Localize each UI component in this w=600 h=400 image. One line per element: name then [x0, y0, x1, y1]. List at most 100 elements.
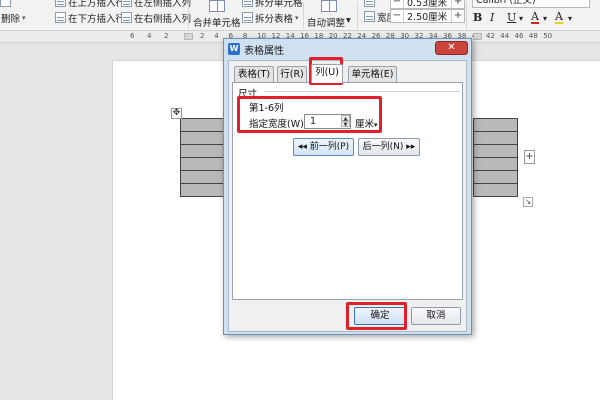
split-cells-icon — [242, 0, 253, 7]
delete-button[interactable]: 删除 ▾ — [1, 11, 26, 25]
insert-row-above-button[interactable]: 在上方插入行 — [55, 0, 125, 9]
insert-row-below-button[interactable]: 在下方插入行 — [55, 11, 126, 25]
insert-col-right-button[interactable]: 在右侧插入列 — [121, 11, 191, 25]
table-properties-dialog: W 表格属性 ✕ 表格(T) 行(R) 列(U) 单元格(E) 尺寸 第1-6列… — [223, 38, 472, 335]
split-table-label: 拆分表格 — [255, 13, 294, 25]
underline-button[interactable]: U — [507, 11, 516, 24]
table-row[interactable] — [181, 132, 223, 145]
insert-row-below-icon — [55, 12, 66, 23]
table-row[interactable] — [474, 132, 517, 145]
table-row[interactable] — [474, 171, 517, 184]
dialog-title: 表格属性 — [244, 45, 284, 57]
row-height-value: 0.53厘米 — [407, 0, 448, 9]
ruler-tick-label: 2 — [200, 32, 205, 40]
wps-app-icon: W — [228, 43, 240, 55]
ribbon-separator — [303, 2, 304, 29]
delete-icon — [0, 0, 11, 7]
specify-width-label: 指定宽度(W): — [249, 119, 308, 130]
add-column-icon[interactable]: + — [524, 150, 535, 164]
auto-fit-button[interactable]: 自动调整 ▾ — [307, 0, 351, 29]
delete-label: 删除 — [1, 13, 21, 25]
merge-cells-button[interactable]: 合并单元格 — [193, 0, 241, 29]
row-height-icon — [364, 0, 375, 7]
ruler-tick-label: 42 — [486, 32, 495, 40]
table-right-columns[interactable] — [473, 118, 518, 197]
font-color-button[interactable]: A — [531, 11, 539, 24]
insert-col-left-button[interactable]: 在左侧插入列 — [121, 0, 191, 9]
dialog-titlebar[interactable]: W 表格属性 ✕ — [224, 39, 471, 59]
cancel-button[interactable]: 取消 — [411, 307, 461, 325]
merge-cells-label: 合并单元格 — [193, 18, 241, 29]
font-name-field[interactable]: Calibri (正文) — [472, 0, 590, 8]
ribbon-separator — [466, 2, 467, 29]
row-height-icon-wrap — [364, 0, 375, 8]
highlight-button[interactable]: A — [555, 11, 563, 24]
ruler-tick-label: 2 — [164, 32, 169, 40]
table-row[interactable] — [474, 145, 517, 158]
tab-table[interactable]: 表格(T) — [234, 66, 274, 82]
delete-partial-row — [0, 0, 11, 8]
table-row[interactable] — [474, 158, 517, 171]
width-spinner[interactable]: ▲ ▼ — [341, 115, 350, 128]
column-range-label: 第1-6列 — [249, 103, 284, 114]
col-width-stepper[interactable]: − 2.50厘米 + — [390, 9, 465, 23]
ruler-tick-label: 46 — [514, 32, 524, 40]
ruler-tick-label: 50 — [543, 32, 553, 40]
plus-icon[interactable]: + — [451, 10, 464, 22]
split-cells-button[interactable]: 拆分单元格 — [242, 0, 303, 9]
plus-icon[interactable]: + — [451, 0, 464, 8]
chevron-down-icon: ▾ — [22, 13, 26, 22]
insert-col-left-icon — [121, 0, 132, 7]
tab-row[interactable]: 行(R) — [277, 66, 307, 82]
column-tab-panel: 尺寸 第1-6列 指定宽度(W): 1 ▲ ▼ 厘米▾ ◂◂ 前一列(P) 后一… — [232, 82, 463, 300]
ruler-tick-label: 4 — [147, 32, 152, 40]
ribbon-separator — [357, 2, 358, 29]
row-height-stepper[interactable]: − 0.53厘米 + — [390, 0, 465, 9]
chevron-down-icon[interactable]: ▾ — [568, 14, 572, 23]
previous-column-button[interactable]: ◂◂ 前一列(P) — [293, 138, 354, 156]
col-width-value: 2.50厘米 — [407, 12, 448, 23]
ribbon-toolbar: 删除 ▾ 在上方插入行 在下方插入行 在左侧插入列 在右侧插入列 合并单元格 拆… — [0, 0, 600, 31]
insert-row-above-icon — [55, 0, 66, 7]
spinner-down-icon[interactable]: ▼ — [341, 121, 350, 128]
ruler-column-marker[interactable] — [473, 33, 482, 40]
ruler-column-marker[interactable] — [184, 33, 193, 40]
ruler-tick-label: 6 — [130, 32, 135, 40]
tab-column[interactable]: 列(U) — [311, 64, 343, 83]
table-resize-handle-icon[interactable]: ↘ — [523, 197, 533, 207]
chevron-down-icon[interactable]: ▾ — [543, 14, 547, 23]
ok-button[interactable]: 确定 — [354, 307, 406, 325]
table-row[interactable] — [474, 184, 517, 197]
table-left-columns[interactable] — [180, 118, 224, 197]
chevron-down-icon: ▾ — [346, 15, 351, 26]
insert-row-below-label: 在下方插入行 — [68, 13, 126, 25]
table-row[interactable] — [474, 119, 517, 132]
table-row[interactable] — [181, 119, 223, 132]
split-cells-label: 拆分单元格 — [255, 0, 303, 9]
col-width-icon — [364, 11, 375, 22]
next-column-button[interactable]: 后一列(N) ▸▸ — [358, 138, 420, 156]
unit-select-value: 厘米 — [355, 119, 375, 130]
table-row[interactable] — [181, 171, 223, 184]
minus-icon[interactable]: − — [391, 10, 404, 22]
dialog-body: 表格(T) 行(R) 列(U) 单元格(E) 尺寸 第1-6列 指定宽度(W):… — [228, 60, 467, 332]
table-row[interactable] — [181, 145, 223, 158]
auto-fit-icon — [320, 0, 337, 12]
tab-cell[interactable]: 单元格(E) — [348, 66, 397, 82]
italic-button[interactable]: I — [490, 11, 494, 24]
ruler-tick-label: 4 — [214, 32, 219, 40]
chevron-down-icon[interactable]: ▾ — [519, 14, 523, 23]
ribbon-separator — [188, 2, 189, 29]
close-button[interactable]: ✕ — [435, 41, 468, 55]
auto-fit-label: 自动调整 — [307, 18, 346, 29]
table-row[interactable] — [181, 184, 223, 197]
unit-select[interactable]: 厘米▾ — [355, 116, 378, 130]
group-divider — [265, 91, 460, 92]
split-table-button[interactable]: 拆分表格 ▾ — [242, 11, 299, 25]
bold-button[interactable]: B — [473, 11, 482, 24]
merge-cells-icon — [208, 0, 225, 12]
split-table-icon — [242, 12, 253, 23]
minus-icon[interactable]: − — [391, 0, 404, 8]
table-row[interactable] — [181, 158, 223, 171]
table-move-handle-icon[interactable]: ✥ — [171, 108, 182, 119]
